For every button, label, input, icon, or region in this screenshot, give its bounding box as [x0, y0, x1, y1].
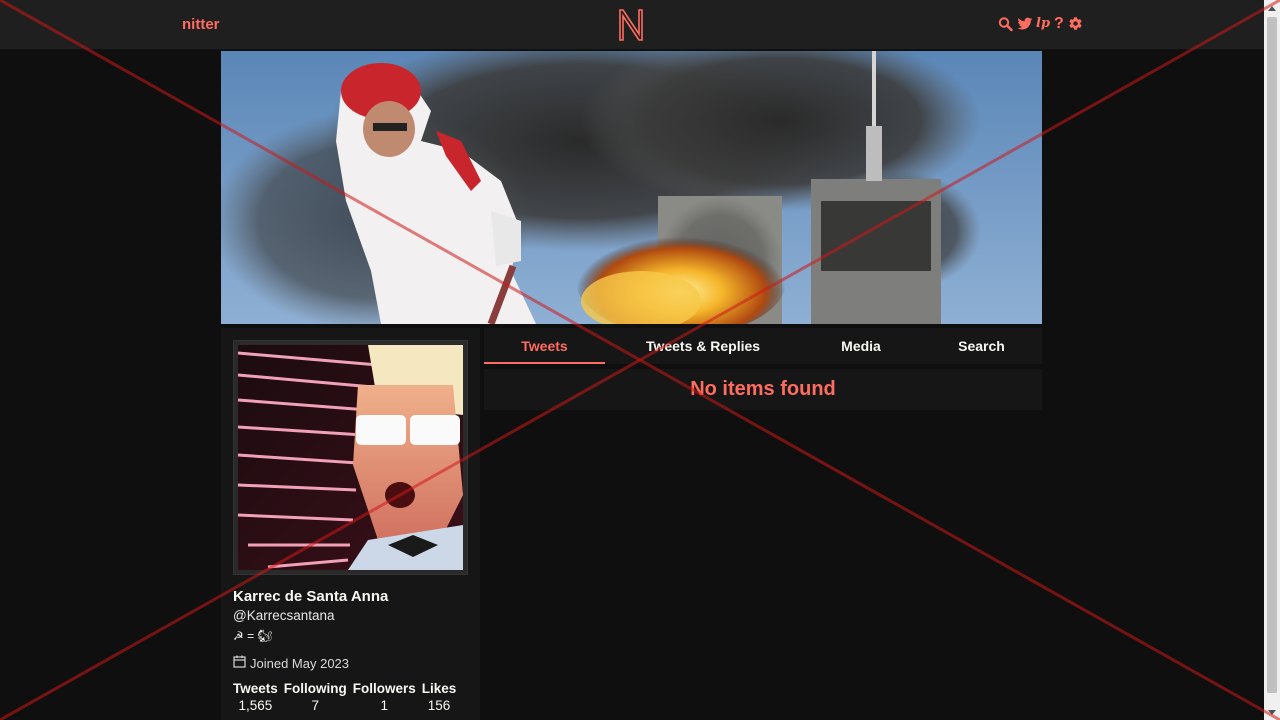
tab-media[interactable]: Media: [801, 328, 921, 364]
navbar: nitter lp ?: [0, 0, 1264, 50]
avatar[interactable]: [233, 340, 468, 575]
stat-label: Likes: [421, 681, 457, 696]
stat-value: 1: [380, 698, 389, 713]
stat-label: Following: [283, 681, 347, 696]
stat-followers[interactable]: Followers 1: [353, 681, 416, 713]
nitter-logo-icon[interactable]: [617, 8, 645, 42]
tab-tweets-replies[interactable]: Tweets & Replies: [605, 328, 801, 364]
timeline-empty-message: No items found: [484, 369, 1042, 410]
profile-bio: ☭ = 🐿: [233, 629, 273, 643]
joined-text: Joined May 2023: [250, 655, 350, 671]
tab-search[interactable]: Search: [921, 328, 1042, 364]
calendar-icon: [233, 655, 246, 671]
scroll-down-arrow-icon[interactable]: [1264, 704, 1280, 720]
lp-icon[interactable]: lp: [1036, 16, 1050, 32]
stat-value: 156: [427, 698, 451, 713]
gear-icon[interactable]: [1068, 16, 1083, 32]
scroll-up-arrow-icon[interactable]: [1264, 0, 1280, 16]
profile-card: Karrec de Santa Anna @Karrecsantana ☭ = …: [221, 328, 480, 720]
tab-tweets[interactable]: Tweets: [484, 328, 605, 364]
stat-tweets[interactable]: Tweets 1,565: [233, 681, 278, 713]
stat-following[interactable]: Following 7: [284, 681, 347, 713]
stat-label: Tweets: [233, 681, 278, 696]
page-scrollbar[interactable]: [1264, 0, 1280, 720]
profile-fullname[interactable]: Karrec de Santa Anna: [233, 588, 388, 605]
profile-stats: Tweets 1,565 Following 7 Followers 1 Lik…: [233, 681, 456, 713]
stat-label: Followers: [352, 681, 416, 696]
profile-joined: Joined May 2023: [233, 655, 349, 671]
stat-likes[interactable]: Likes 156: [422, 681, 457, 713]
scroll-thumb[interactable]: [1267, 17, 1277, 693]
timeline-tabs: Tweets Tweets & Replies Media Search: [484, 328, 1042, 364]
twitter-icon[interactable]: [1017, 16, 1033, 32]
help-icon[interactable]: ?: [1054, 16, 1064, 32]
nav-icons: lp ?: [998, 16, 1083, 32]
profile-username[interactable]: @Karrecsantana: [233, 608, 335, 623]
profile-banner[interactable]: [221, 51, 1042, 324]
brand-link[interactable]: nitter: [182, 16, 220, 33]
search-icon[interactable]: [998, 16, 1013, 32]
stat-value: 7: [311, 698, 320, 713]
stat-value: 1,565: [238, 698, 273, 713]
